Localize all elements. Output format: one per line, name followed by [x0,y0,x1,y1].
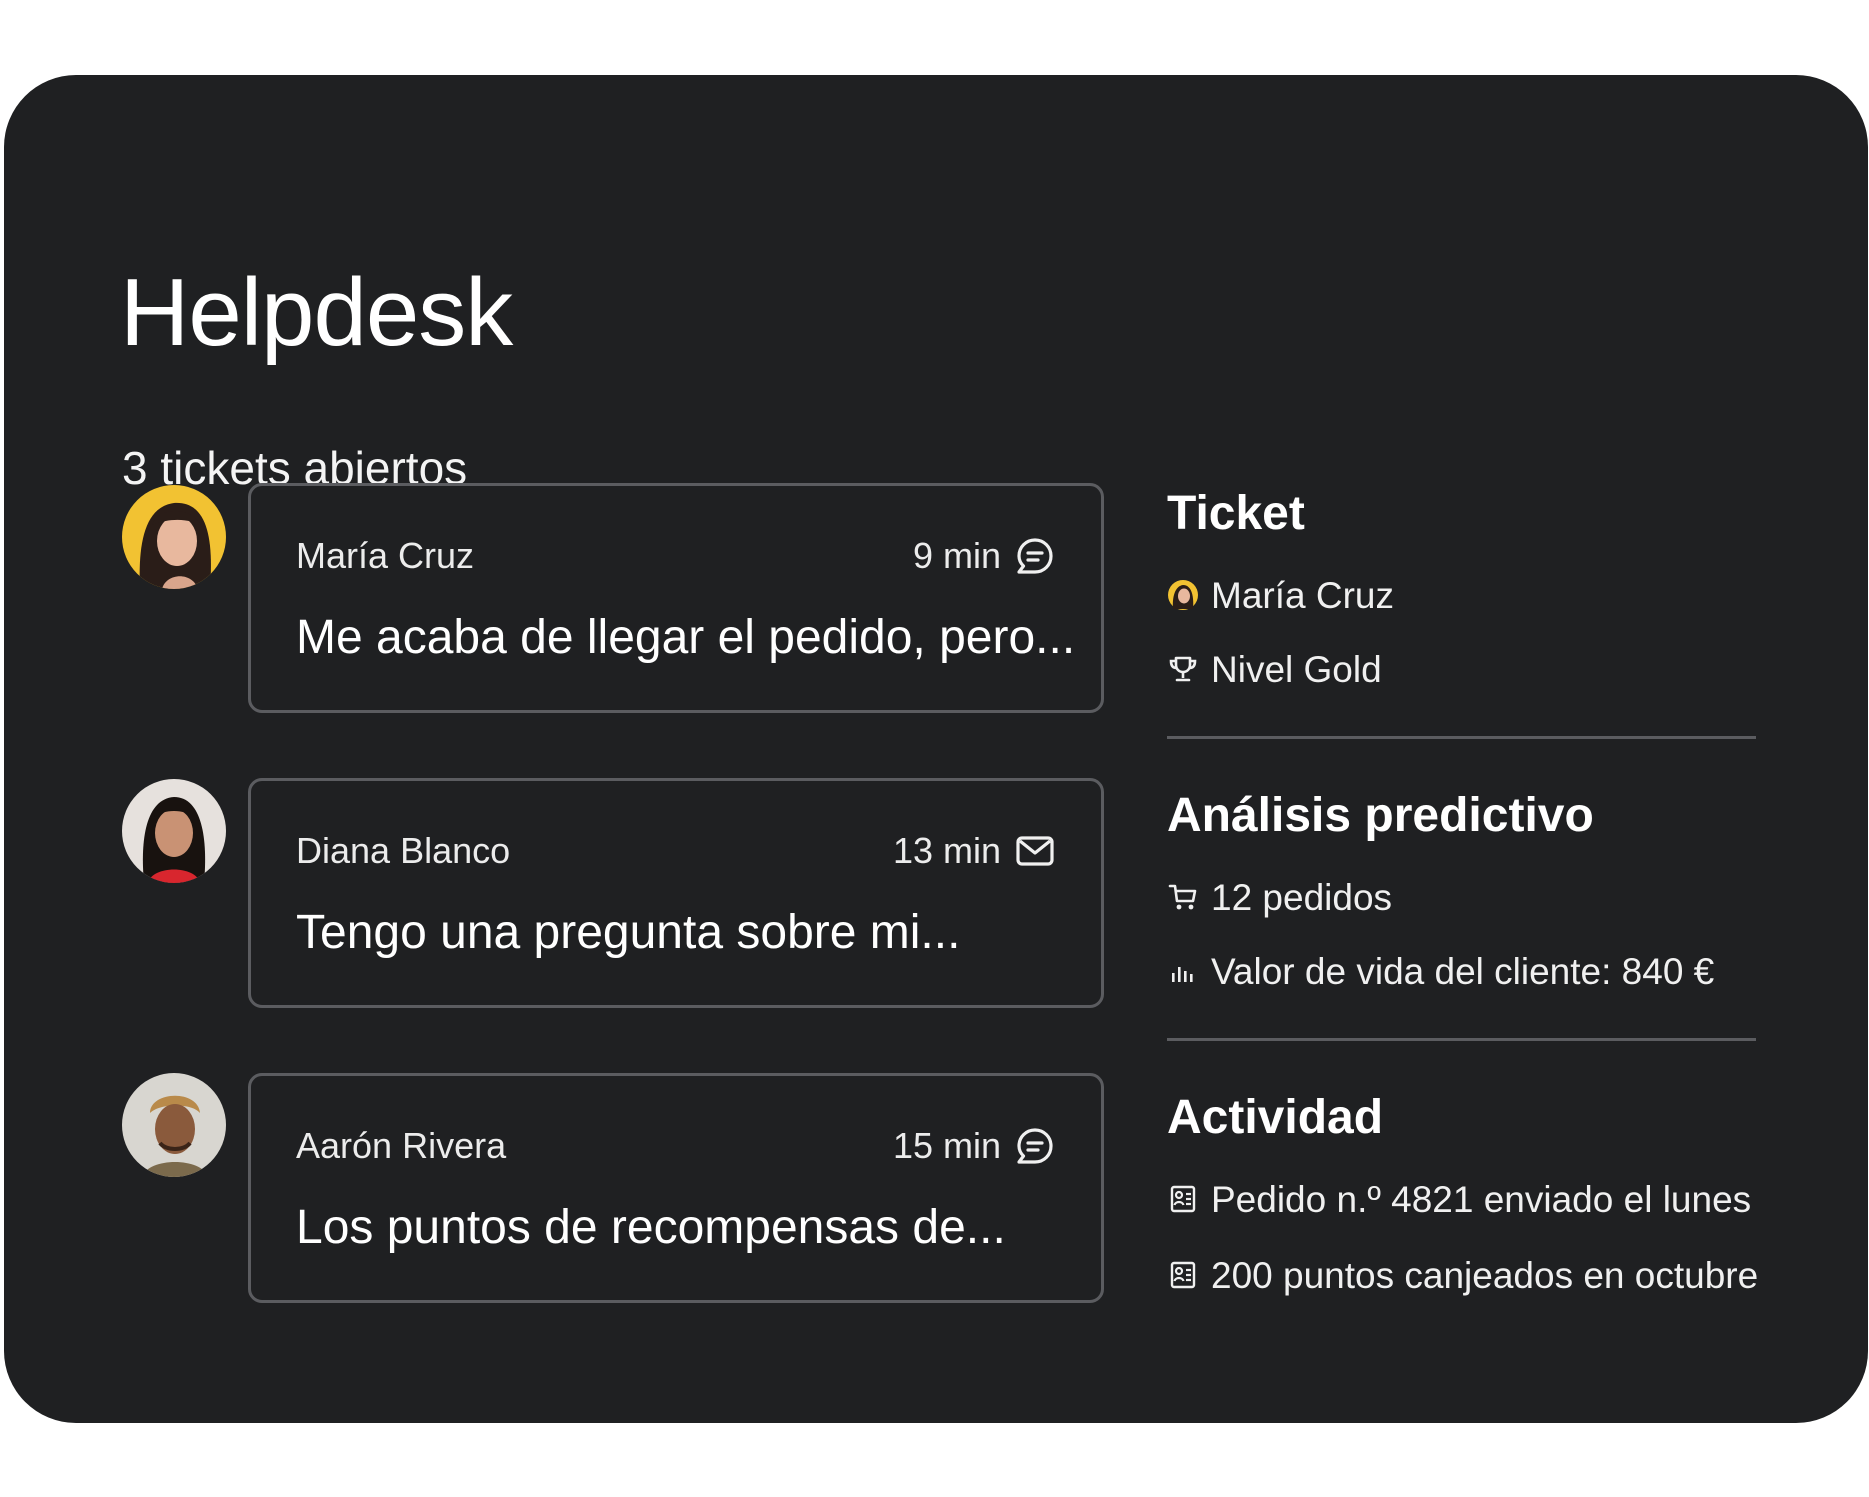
ticket-customer-name: Diana Blanco [296,830,511,871]
ticket-wait-time: 13 min [892,830,1001,871]
ticket-customer-name: María Cruz [296,535,475,576]
receipt-icon [1170,1185,1196,1213]
ticket-level-row: Nivel Gold [1167,649,1382,689]
customer-level: Nivel Gold [1211,648,1382,690]
customer-avatar-icon [1168,580,1198,610]
avatar-aaron-rivera [122,1073,226,1177]
ticket-preview: Me acaba de llegar el pedido, pero... [296,611,1076,664]
ticket-preview: Tengo una pregunta sobre mi... [296,906,961,959]
page-title: Helpdesk [120,259,513,366]
ticket-wait-time: 15 min [892,1125,1001,1166]
helpdesk-panel: Helpdesk 3 tickets abiertos María Cruz 9… [4,75,1868,1423]
envelope-icon [1016,836,1054,866]
section-divider [1167,736,1756,739]
ticket-section-title: Ticket [1167,487,1305,540]
activity-item: 200 puntos canjeados en octubre [1167,1255,1758,1295]
activity-section-title: Actividad [1167,1091,1384,1144]
receipt-icon [1170,1261,1196,1289]
chat-bubble-icon [1017,1128,1053,1164]
section-divider [1167,1038,1756,1041]
ticket-customer-name: María Cruz [1211,574,1394,616]
activity-item-text: Pedido n.º 4821 enviado el lunes [1211,1178,1752,1220]
ticket-customer-row: María Cruz [1167,575,1394,615]
orders-count: 12 pedidos [1211,876,1393,918]
activity-item: Pedido n.º 4821 enviado el lunes [1167,1179,1751,1219]
ticket-card-maria-cruz[interactable]: María Cruz 9 min Me acaba de llegar el p… [248,483,1104,713]
ticket-preview: Los puntos de recompensas de... [296,1201,1006,1254]
trophy-icon [1169,656,1197,682]
predictive-section-title: Análisis predictivo [1167,789,1594,842]
orders-row: 12 pedidos [1167,877,1392,917]
shopping-cart-icon [1168,884,1197,910]
ticket-card-aaron-rivera[interactable]: Aarón Rivera 15 min Los puntos de recomp… [248,1073,1104,1303]
ticket-customer-name: Aarón Rivera [296,1125,507,1166]
chat-bubble-icon [1017,538,1053,574]
avatar-diana-blanco [122,779,226,883]
bar-chart-icon [1172,967,1193,982]
activity-item-text: 200 puntos canjeados en octubre [1211,1254,1759,1296]
avatar-maria-cruz [122,485,226,589]
ticket-wait-time: 9 min [912,535,1001,576]
lifetime-value-row: Valor de vida del cliente: 840 € [1167,951,1714,991]
customer-lifetime-value: Valor de vida del cliente: 840 € [1211,950,1715,992]
ticket-card-diana-blanco[interactable]: Diana Blanco 13 min Tengo una pregunta s… [248,778,1104,1008]
